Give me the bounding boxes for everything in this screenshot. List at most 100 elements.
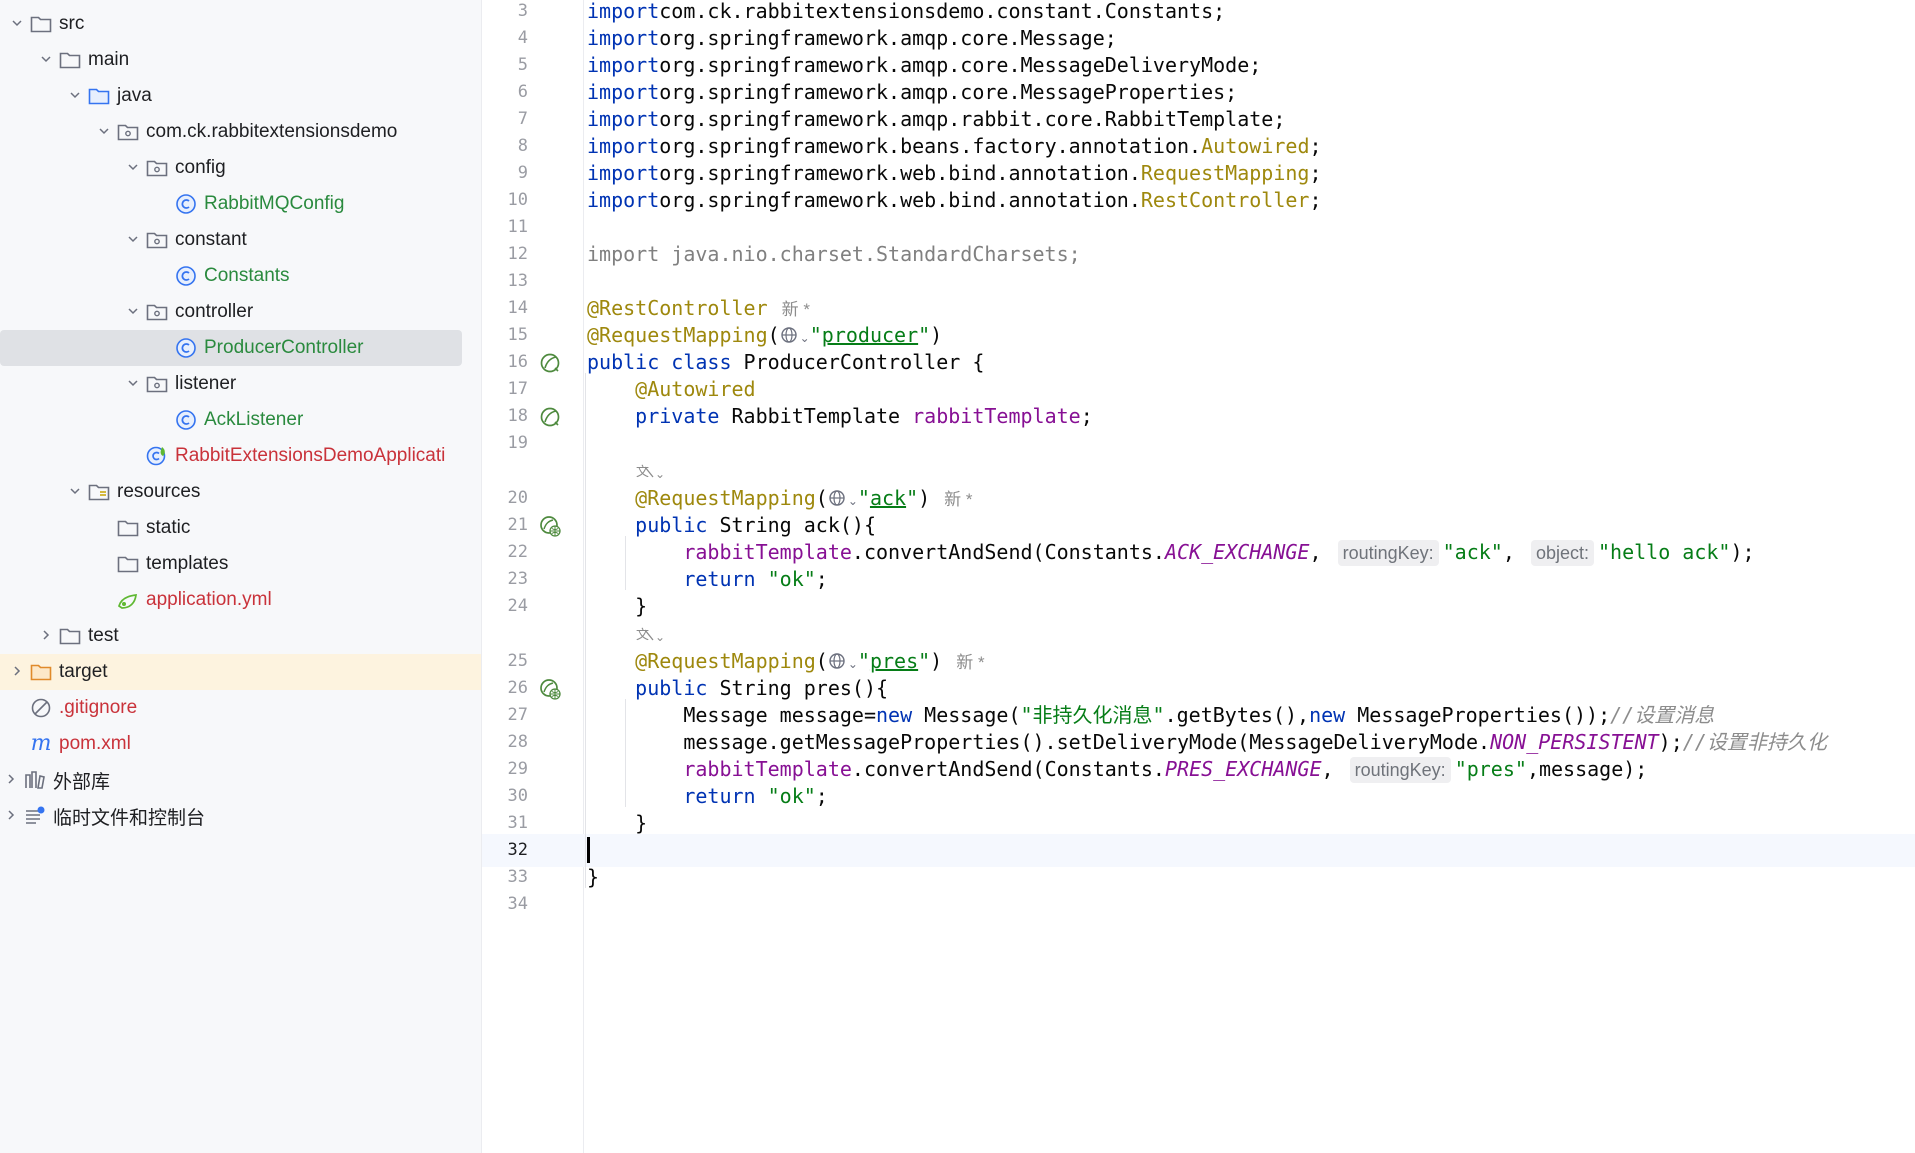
indent-guide	[625, 699, 626, 807]
code-token: "非持久化消息"	[1020, 703, 1165, 727]
author-hint[interactable]: 新 *	[782, 300, 810, 319]
line-number[interactable]: 34	[482, 888, 528, 921]
tree-item-label: src	[59, 13, 85, 34]
code-token: @RequestMapping	[635, 486, 816, 510]
code-token: );	[1658, 730, 1683, 754]
chevron-down-icon[interactable]	[6, 16, 28, 33]
package-icon	[144, 299, 170, 325]
tree-item-listener[interactable]: listener	[0, 366, 481, 402]
chevron-down-icon[interactable]	[122, 232, 144, 249]
code-token: ;	[1309, 134, 1322, 158]
chevron-down-icon[interactable]	[122, 160, 144, 177]
code-token: return	[683, 567, 756, 591]
code-token: )	[918, 486, 931, 510]
tree-item-acklistener[interactable]: AckListener	[0, 402, 481, 438]
code-editor[interactable]: 3 importcom.ck.rabbitextensionsdemo.const…	[482, 0, 1915, 1153]
tree-item-constants[interactable]: Constants	[0, 258, 481, 294]
tree-item-config[interactable]: config	[0, 150, 481, 186]
scratches-icon	[22, 803, 48, 829]
bean-icon[interactable]	[538, 405, 560, 427]
tree-item-外部库[interactable]: 外部库	[0, 762, 481, 798]
line-number[interactable]: 19	[482, 427, 528, 460]
tree-item-label: RabbitMQConfig	[204, 193, 345, 214]
class-icon	[173, 263, 199, 289]
code-token: rabbitTemplate	[683, 540, 852, 564]
tree-item-pom-xml[interactable]: m pom.xml	[0, 726, 481, 762]
chevron-right-icon[interactable]	[0, 808, 22, 825]
chevron-down-icon[interactable]	[35, 52, 57, 69]
chevron-down-icon[interactable]	[64, 88, 86, 105]
excluded-folder-icon	[28, 659, 54, 685]
tree-item-templates[interactable]: templates	[0, 546, 481, 582]
folder-icon	[57, 623, 83, 649]
tree-item-resources[interactable]: resources	[0, 474, 481, 510]
translate-icon: 文	[635, 461, 655, 481]
chevron-down-icon[interactable]	[122, 304, 144, 321]
project-tree[interactable]: src main java com.ck.rabbitextensionsdemo co…	[0, 0, 482, 1153]
chevron-down-icon[interactable]	[64, 484, 86, 501]
tree-item-gitignore[interactable]: .gitignore	[0, 690, 481, 726]
translate-icon: 文	[635, 624, 655, 644]
code-line[interactable]: 19	[482, 427, 1915, 460]
code-token: "pres"	[1454, 757, 1527, 781]
tree-item-临时文件和控制台[interactable]: 临时文件和控制台	[0, 798, 481, 834]
code-token: }	[587, 865, 600, 889]
code-token: //设置非持久化	[1682, 730, 1827, 754]
line-number[interactable]: 24	[482, 590, 528, 623]
code-token: );	[1730, 540, 1755, 564]
code-token: )	[930, 649, 943, 673]
code-token: return	[683, 784, 756, 808]
code-line[interactable]: 34	[482, 888, 1915, 921]
author-hint[interactable]: 新 *	[944, 490, 972, 509]
tree-item-label: templates	[146, 553, 229, 574]
tree-item-rabbitextensionsdemoapplicati[interactable]: RabbitExtensionsDemoApplicati	[0, 438, 481, 474]
code-token: private	[635, 404, 720, 428]
tree-item-test[interactable]: test	[0, 618, 481, 654]
tree-item-controller[interactable]: controller	[0, 294, 481, 330]
code-token: @RequestMapping	[635, 649, 816, 673]
chevron-down-icon[interactable]	[93, 124, 115, 141]
globe-icon: ⌄	[828, 649, 858, 673]
tree-item-rabbitmqconfig[interactable]: RabbitMQConfig	[0, 186, 481, 222]
tree-item-com-ck-rabbitextensionsdemo[interactable]: com.ck.rabbitextensionsdemo	[0, 114, 481, 150]
endpoint-icon[interactable]	[538, 677, 561, 700]
chevron-down-icon[interactable]	[122, 376, 144, 393]
tree-item-target[interactable]: target	[0, 654, 481, 690]
text-caret	[587, 836, 590, 863]
tree-item-constant[interactable]: constant	[0, 222, 481, 258]
endpoint-icon[interactable]	[538, 514, 561, 537]
tree-item-label: listener	[175, 373, 237, 394]
tree-item-label: constant	[175, 229, 247, 250]
code-text: }	[587, 590, 647, 623]
code-token: ;	[1309, 188, 1322, 212]
code-token: "ok"	[767, 567, 816, 591]
tree-item-java[interactable]: java	[0, 78, 481, 114]
code-token: }	[587, 594, 648, 618]
code-token: ,	[1502, 540, 1527, 564]
tree-item-main[interactable]: main	[0, 42, 481, 78]
chevron-right-icon[interactable]	[35, 628, 57, 645]
tree-item-label: main	[88, 49, 130, 70]
tree-item-label: ProducerController	[204, 337, 364, 358]
bean-icon[interactable]	[538, 351, 560, 373]
chevron-right-icon[interactable]	[6, 664, 28, 681]
folder-icon	[28, 11, 54, 37]
tree-item-application-yml[interactable]: application.yml	[0, 582, 481, 618]
chevron-right-icon[interactable]	[0, 772, 22, 789]
code-token: "	[857, 486, 870, 510]
source-folder-icon	[86, 83, 112, 109]
author-hint[interactable]: 新 *	[956, 653, 984, 672]
code-line[interactable]: 24 }	[482, 590, 1915, 623]
code-token: import	[587, 188, 660, 212]
tree-item-producercontroller[interactable]: ProducerController	[0, 330, 481, 366]
tree-item-label: RabbitExtensionsDemoApplicati	[175, 445, 446, 466]
tree-item-static[interactable]: static	[0, 510, 481, 546]
tree-item-src[interactable]: src	[0, 6, 481, 42]
